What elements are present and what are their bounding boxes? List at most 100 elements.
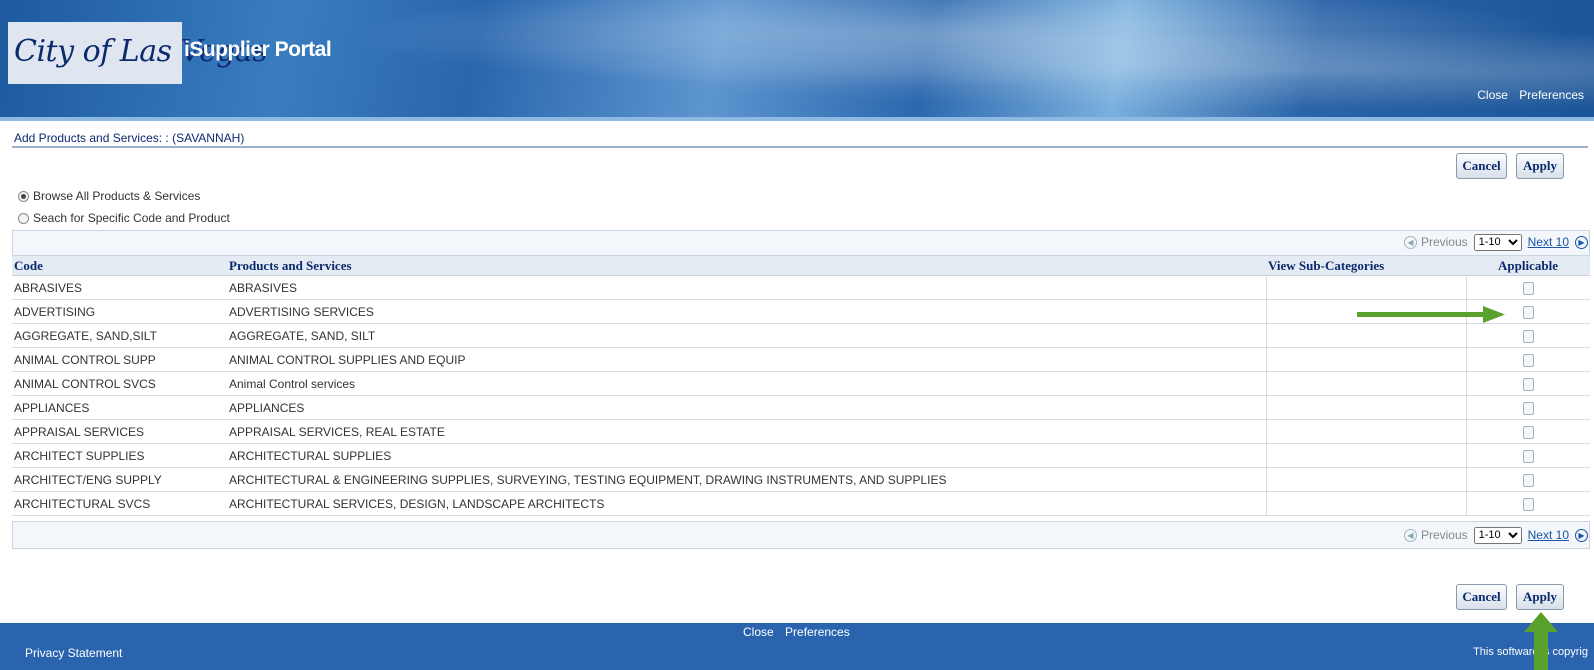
footer-links: Close Preferences: [743, 625, 858, 639]
product-cell: ARCHITECTURAL SERVICES, DESIGN, LANDSCAP…: [227, 491, 1266, 516]
header-view-sub-categories: View Sub-Categories: [1266, 256, 1466, 276]
annotation-arrow-up-icon: [1524, 612, 1558, 670]
next-link-top[interactable]: Next 10: [1528, 235, 1569, 249]
code-cell: ARCHITECTURAL SVCS: [12, 491, 227, 516]
header-applicable: Applicable: [1466, 256, 1590, 276]
city-logo: City of Las Vegas: [8, 22, 268, 84]
browse-option[interactable]: Browse All Products & Services: [18, 189, 200, 203]
footer-preferences-link[interactable]: Preferences: [785, 625, 850, 639]
sub-categories-cell: [1265, 443, 1467, 468]
applicable-checkbox[interactable]: [1522, 329, 1534, 343]
applicable-cell: [1466, 419, 1590, 444]
table-row: ABRASIVES ABRASIVES: [12, 275, 1590, 300]
cancel-button-top[interactable]: Cancel: [1456, 153, 1507, 179]
sub-categories-cell: [1265, 347, 1467, 372]
code-cell: AGGREGATE, SAND,SILT: [12, 323, 227, 348]
table-row: ARCHITECTURAL SVCS ARCHITECTURAL SERVICE…: [12, 491, 1590, 516]
page-title: Add Products and Services: : (SAVANNAH): [14, 131, 245, 145]
applicable-cell: [1466, 491, 1590, 516]
applicable-cell: [1466, 323, 1590, 348]
portal-title: iSupplier Portal: [184, 38, 332, 61]
code-cell: APPRAISAL SERVICES: [12, 419, 227, 444]
annotation-arrow-right-icon: [1357, 306, 1505, 323]
pager-bar-top: [12, 230, 1590, 256]
sub-categories-cell: [1265, 371, 1467, 396]
applicable-cell: [1466, 275, 1590, 300]
range-select-top[interactable]: 1-10: [1473, 233, 1522, 251]
applicable-checkbox[interactable]: [1522, 353, 1534, 367]
sub-categories-cell: [1265, 467, 1467, 492]
header-close-link[interactable]: Close: [1477, 88, 1508, 102]
pager-bar-bottom: [12, 521, 1590, 549]
applicable-cell: [1466, 371, 1590, 396]
header-products: Products and Services: [227, 256, 1266, 276]
header-preferences-link[interactable]: Preferences: [1519, 88, 1584, 102]
applicable-checkbox[interactable]: [1522, 473, 1534, 487]
pager-top: ◀ Previous 1-10 Next 10 ▶: [1403, 232, 1588, 252]
range-select-bottom[interactable]: 1-10: [1473, 526, 1522, 544]
table-row: ANIMAL CONTROL SUPP ANIMAL CONTROL SUPPL…: [12, 347, 1590, 372]
code-cell: ADVERTISING: [12, 299, 227, 324]
next-icon[interactable]: ▶: [1575, 235, 1588, 249]
applicable-checkbox[interactable]: [1522, 449, 1534, 463]
browse-option-label: Browse All Products & Services: [33, 189, 201, 203]
table-row: AGGREGATE, SAND,SILT AGGREGATE, SAND, SI…: [12, 323, 1590, 348]
apply-button-top[interactable]: Apply: [1516, 153, 1564, 179]
table-row: APPLIANCES APPLIANCES: [12, 395, 1590, 420]
product-cell: APPRAISAL SERVICES, REAL ESTATE: [227, 419, 1266, 444]
applicable-checkbox[interactable]: [1522, 305, 1534, 319]
code-cell: ARCHITECT SUPPLIES: [12, 443, 227, 468]
applicable-checkbox[interactable]: [1522, 425, 1534, 439]
sub-categories-cell: [1265, 419, 1467, 444]
table-row: ARCHITECT/ENG SUPPLY ARCHITECTURAL & ENG…: [12, 467, 1590, 492]
code-cell: ANIMAL CONTROL SUPP: [12, 347, 227, 372]
search-radio[interactable]: [18, 212, 29, 224]
applicable-cell: [1466, 347, 1590, 372]
table-row: ANIMAL CONTROL SVCS Animal Control servi…: [12, 371, 1590, 396]
global-links: Close Preferences: [1469, 88, 1584, 102]
sub-categories-cell: [1265, 395, 1467, 420]
pager-bottom: ◀ Previous 1-10 Next 10 ▶: [1403, 525, 1588, 545]
applicable-checkbox[interactable]: [1522, 281, 1534, 295]
product-cell: ABRASIVES: [227, 275, 1266, 300]
previous-link-bottom[interactable]: Previous: [1421, 528, 1468, 542]
search-option-label: Seach for Specific Code and Product: [33, 211, 230, 225]
search-option[interactable]: Seach for Specific Code and Product: [18, 211, 230, 225]
applicable-cell: [1466, 395, 1590, 420]
product-cell: APPLIANCES: [227, 395, 1266, 420]
product-cell: Animal Control services: [227, 371, 1266, 396]
applicable-cell: [1466, 467, 1590, 492]
product-cell: ANIMAL CONTROL SUPPLIES AND EQUIP: [227, 347, 1266, 372]
next-link-bottom[interactable]: Next 10: [1528, 528, 1569, 542]
previous-icon: ◀: [1403, 528, 1417, 542]
title-divider: [12, 146, 1588, 148]
apply-button-bottom[interactable]: Apply: [1516, 584, 1564, 610]
table-row: ARCHITECT SUPPLIES ARCHITECTURAL SUPPLIE…: [12, 443, 1590, 468]
applicable-cell: [1466, 443, 1590, 468]
header-divider: [0, 117, 1594, 121]
header-code: Code: [12, 256, 227, 276]
previous-link-top[interactable]: Previous: [1421, 235, 1468, 249]
previous-icon: ◀: [1403, 235, 1417, 249]
applicable-checkbox[interactable]: [1522, 377, 1534, 391]
code-cell: ANIMAL CONTROL SVCS: [12, 371, 227, 396]
table-row: ADVERTISING ADVERTISING SERVICES: [12, 299, 1590, 324]
footer-close-link[interactable]: Close: [743, 625, 774, 639]
product-cell: ADVERTISING SERVICES: [227, 299, 1266, 324]
privacy-statement-link[interactable]: Privacy Statement: [25, 646, 122, 660]
browse-radio[interactable]: [18, 190, 29, 202]
sub-categories-cell: [1265, 491, 1467, 516]
applicable-checkbox[interactable]: [1522, 497, 1534, 511]
next-icon[interactable]: ▶: [1575, 528, 1588, 542]
table-row: APPRAISAL SERVICES APPRAISAL SERVICES, R…: [12, 419, 1590, 444]
products-table: Code Products and Services View Sub-Cate…: [12, 256, 1590, 516]
sub-categories-cell: [1265, 323, 1467, 348]
code-cell: ABRASIVES: [12, 275, 227, 300]
applicable-checkbox[interactable]: [1522, 401, 1534, 415]
code-cell: APPLIANCES: [12, 395, 227, 420]
product-cell: AGGREGATE, SAND, SILT: [227, 323, 1266, 348]
product-cell: ARCHITECTURAL & ENGINEERING SUPPLIES, SU…: [227, 467, 1266, 492]
cancel-button-bottom[interactable]: Cancel: [1456, 584, 1507, 610]
table-header-row: Code Products and Services View Sub-Cate…: [12, 256, 1590, 276]
code-cell: ARCHITECT/ENG SUPPLY: [12, 467, 227, 492]
